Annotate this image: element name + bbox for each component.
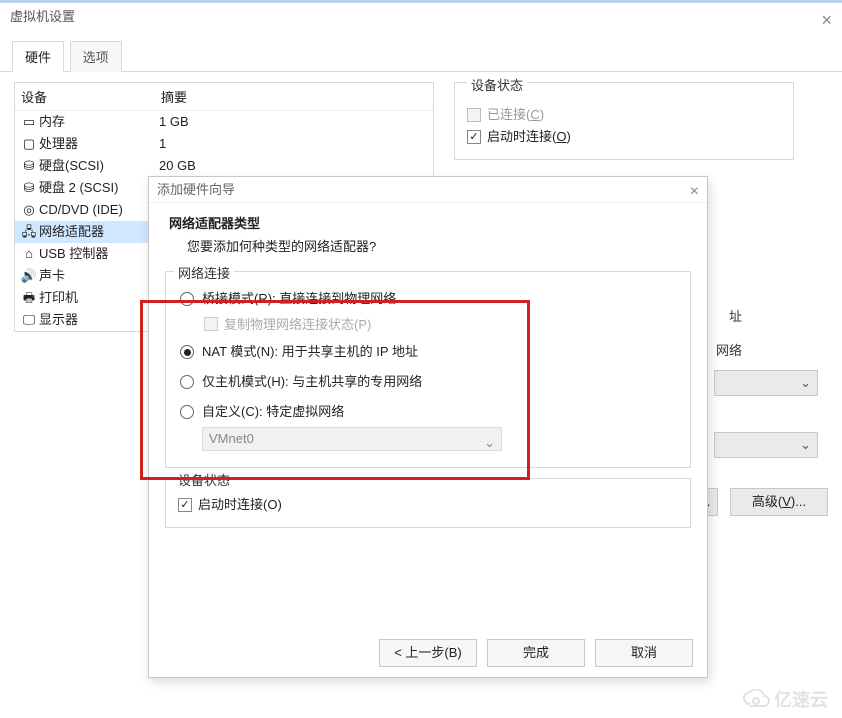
wizard-status-legend: 设备状态: [174, 470, 234, 489]
back-button[interactable]: < 上一步(B): [379, 639, 477, 667]
radio-icon: [180, 405, 194, 419]
checkbox-checked-icon: ✓: [467, 130, 481, 144]
option-hostonly[interactable]: 仅主机模式(H): 与主机共享的专用网络: [180, 373, 678, 391]
device-status-legend: 设备状态: [467, 75, 527, 94]
connect-at-poweron-checkbox[interactable]: ✓ 启动时连接(O): [467, 127, 781, 147]
cpu-icon: ▢: [19, 134, 39, 154]
close-icon[interactable]: ×: [821, 7, 832, 34]
option-bridged[interactable]: 桥接模式(R): 直接连接到物理网络: [180, 290, 678, 308]
checkbox-icon: [467, 108, 481, 122]
radio-icon: [180, 292, 194, 306]
header-device: 设备: [21, 87, 161, 106]
checkbox-icon: [204, 317, 218, 331]
wizard-title: 添加硬件向导: [157, 182, 235, 197]
cd-icon: ◎: [19, 200, 39, 220]
peek-text-1: 址: [729, 306, 742, 325]
wizard-subheading: 您要添加何种类型的网络适配器?: [169, 236, 687, 255]
option-custom[interactable]: 自定义(C): 特定虚拟网络: [180, 403, 678, 421]
cancel-button[interactable]: 取消: [595, 639, 693, 667]
device-row-cpu[interactable]: ▢ 处理器 1: [15, 133, 433, 155]
watermark-logo-icon: [742, 689, 770, 709]
printer-icon: 🖶: [19, 288, 39, 308]
watermark: 亿速云: [742, 686, 828, 712]
device-status-group: 设备状态 已连接(C) ✓ 启动时连接(O): [454, 82, 794, 160]
network-connection-group: 网络连接 桥接模式(R): 直接连接到物理网络 复制物理网络连接状态(P) NA…: [165, 271, 691, 468]
wizard-device-status-group: 设备状态 ✓ 启动时连接(O): [165, 478, 691, 528]
finish-button[interactable]: 完成: [487, 639, 585, 667]
display-icon: 🖵: [19, 310, 39, 330]
watermark-text: 亿速云: [774, 686, 828, 712]
window-title: 虚拟机设置: [10, 9, 75, 24]
background-dropdown-2[interactable]: ⌄: [714, 432, 818, 458]
wizard-titlebar: 添加硬件向导 ×: [149, 177, 707, 203]
hardware-list-header: 设备 摘要: [15, 83, 433, 111]
checkbox-checked-icon: ✓: [178, 498, 192, 512]
device-row-hdd[interactable]: ⛁ 硬盘(SCSI) 20 GB: [15, 155, 433, 177]
usb-icon: ⌂: [19, 244, 39, 264]
vmnet-value: VMnet0: [209, 431, 254, 446]
background-dropdown-1[interactable]: ⌄: [714, 370, 818, 396]
add-hardware-wizard: 添加硬件向导 × 网络适配器类型 您要添加何种类型的网络适配器? 网络连接 桥接…: [148, 176, 708, 678]
tab-hardware[interactable]: 硬件: [12, 41, 64, 72]
radio-selected-icon: [180, 345, 194, 359]
peek-text-2: 网络: [716, 340, 742, 359]
sound-icon: 🔊: [19, 266, 39, 286]
connected-checkbox: 已连接(C): [467, 105, 781, 125]
wizard-button-row: < 上一步(B) 完成 取消: [379, 639, 693, 667]
hdd-icon: ⛁: [19, 156, 39, 176]
hdd2-icon: ⛁: [19, 178, 39, 198]
header-summary: 摘要: [161, 87, 187, 106]
caret-down-icon: ⌄: [484, 432, 495, 454]
option-nat[interactable]: NAT 模式(N): 用于共享主机的 IP 地址: [180, 343, 678, 361]
right-buttons: ... 高级(V)...: [692, 488, 828, 516]
network-icon: 🖧: [19, 222, 39, 242]
wizard-heading: 网络适配器类型: [169, 213, 687, 232]
vmnet-dropdown: VMnet0 ⌄: [202, 427, 502, 451]
wizard-close-icon[interactable]: ×: [690, 179, 699, 205]
caret-down-icon: ⌄: [800, 437, 811, 453]
memory-icon: ▭: [19, 112, 39, 132]
network-connection-legend: 网络连接: [174, 263, 234, 282]
wizard-connect-poweron-checkbox[interactable]: ✓ 启动时连接(O): [178, 495, 678, 515]
caret-down-icon: ⌄: [800, 375, 811, 391]
replicate-checkbox: 复制物理网络连接状态(P): [204, 314, 678, 333]
tab-options[interactable]: 选项: [70, 41, 122, 72]
wizard-header: 网络适配器类型 您要添加何种类型的网络适配器?: [149, 203, 707, 267]
device-row-memory[interactable]: ▭ 内存 1 GB: [15, 111, 433, 133]
window-titlebar: 虚拟机设置 ×: [0, 0, 842, 30]
advanced-button[interactable]: 高级(V)...: [730, 488, 828, 516]
radio-icon: [180, 375, 194, 389]
tab-row: 硬件 选项: [0, 30, 842, 72]
